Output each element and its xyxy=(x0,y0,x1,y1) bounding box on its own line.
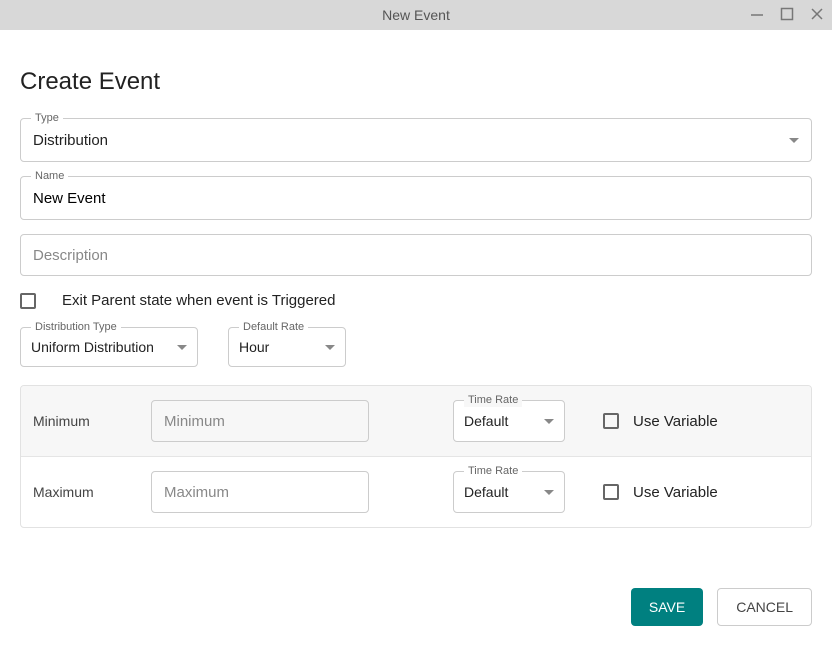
name-field-wrapper: Name xyxy=(20,176,812,220)
minimize-icon[interactable] xyxy=(750,7,764,24)
maximum-input[interactable] xyxy=(151,471,369,513)
minimum-row: Minimum Time Rate Default Use Variable xyxy=(21,386,811,457)
minimum-use-variable-checkbox[interactable] xyxy=(603,413,619,429)
maximum-use-variable: Use Variable xyxy=(603,484,718,501)
minimum-time-rate-value: Default xyxy=(464,413,508,429)
parameters-table: Minimum Time Rate Default Use Variable M… xyxy=(20,385,812,528)
default-rate-value: Hour xyxy=(239,339,269,355)
name-label: Name xyxy=(31,169,68,183)
close-icon[interactable] xyxy=(810,7,824,24)
window-title: New Event xyxy=(0,7,832,23)
save-button[interactable]: SAVE xyxy=(631,588,703,626)
distribution-row: Distribution Type Uniform Distribution D… xyxy=(20,327,812,367)
maximum-time-rate-label: Time Rate xyxy=(464,464,522,478)
distribution-type-select[interactable]: Distribution Type Uniform Distribution xyxy=(20,327,198,367)
chevron-down-icon xyxy=(177,345,187,350)
maximum-row: Maximum Time Rate Default Use Variable xyxy=(21,457,811,527)
chevron-down-icon xyxy=(789,138,799,143)
maximum-use-variable-label: Use Variable xyxy=(633,484,718,501)
type-value: Distribution xyxy=(33,132,108,149)
distribution-type-value: Uniform Distribution xyxy=(31,339,154,355)
dialog-footer: SAVE CANCEL xyxy=(0,548,832,646)
minimum-input[interactable] xyxy=(151,400,369,442)
maximum-time-rate-value: Default xyxy=(464,484,508,500)
maximum-time-rate-select[interactable]: Time Rate Default xyxy=(453,471,565,513)
minimum-time-rate-label: Time Rate xyxy=(464,393,522,407)
exit-parent-row: Exit Parent state when event is Triggere… xyxy=(20,292,812,309)
default-rate-select[interactable]: Default Rate Hour xyxy=(228,327,346,367)
default-rate-label: Default Rate xyxy=(239,320,308,334)
form-content: Create Event Type Distribution Name Exit… xyxy=(0,30,832,548)
chevron-down-icon xyxy=(544,490,554,495)
chevron-down-icon xyxy=(325,345,335,350)
page-title: Create Event xyxy=(20,68,812,96)
type-label: Type xyxy=(31,111,63,125)
maximum-label: Maximum xyxy=(33,484,151,500)
window-controls xyxy=(750,0,824,30)
description-field-wrapper xyxy=(20,234,812,276)
exit-parent-checkbox[interactable] xyxy=(20,293,36,309)
maximum-use-variable-checkbox[interactable] xyxy=(603,484,619,500)
type-select[interactable]: Type Distribution xyxy=(20,118,812,162)
maximize-icon[interactable] xyxy=(780,7,794,24)
distribution-type-label: Distribution Type xyxy=(31,320,121,334)
minimum-time-rate-select[interactable]: Time Rate Default xyxy=(453,400,565,442)
minimum-use-variable-label: Use Variable xyxy=(633,413,718,430)
name-input[interactable] xyxy=(21,177,811,219)
chevron-down-icon xyxy=(544,419,554,424)
minimum-label: Minimum xyxy=(33,413,151,429)
minimum-use-variable: Use Variable xyxy=(603,413,718,430)
description-input[interactable] xyxy=(21,235,811,275)
title-bar: New Event xyxy=(0,0,832,30)
exit-parent-label: Exit Parent state when event is Triggere… xyxy=(62,292,335,309)
cancel-button[interactable]: CANCEL xyxy=(717,588,812,626)
